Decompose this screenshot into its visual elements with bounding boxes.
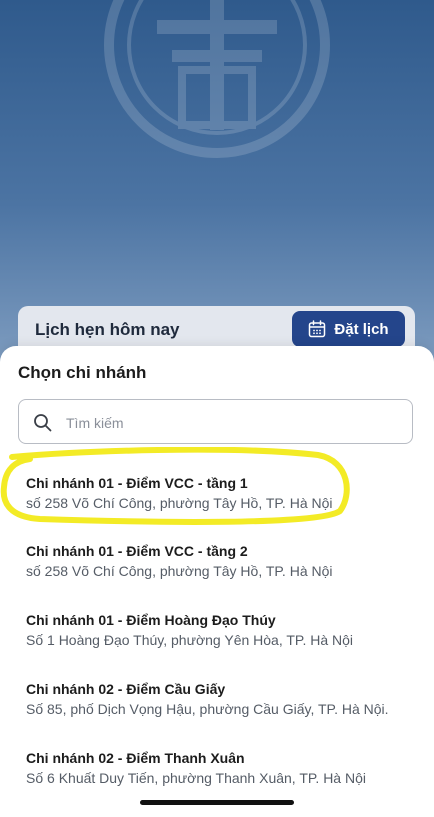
calendar-icon	[309, 320, 326, 338]
sheet-title: Chọn chi nhánh	[18, 363, 147, 382]
today-appointments-title: Lịch hẹn hôm nay	[35, 320, 180, 339]
branch-item[interactable]: Chi nhánh 01 - Điểm VCC - tầng 1 số 258 …	[0, 475, 434, 539]
search-icon	[34, 414, 52, 432]
branch-name: Chi nhánh 02 - Điểm Thanh Xuân	[26, 750, 245, 766]
book-appointment-label: Đặt lịch	[334, 320, 389, 338]
book-appointment-button[interactable]: Đặt lịch	[292, 311, 405, 347]
emblem-icon	[104, 0, 330, 158]
branch-item[interactable]: Chi nhánh 02 - Điểm Cầu Giấy Số 85, phố …	[0, 681, 434, 745]
branch-address: Số 1 Hoàng Đạo Thúy, phường Yên Hòa, TP.…	[26, 632, 354, 648]
branch-item[interactable]: Chi nhánh 01 - Điểm Hoàng Đạo Thúy Số 1 …	[0, 612, 434, 676]
branch-name: Chi nhánh 01 - Điểm VCC - tầng 2	[26, 543, 248, 559]
home-indicator	[140, 800, 294, 805]
branch-address: Số 6 Khuất Duy Tiến, phường Thanh Xuân, …	[26, 770, 366, 786]
branch-item[interactable]: Chi nhánh 01 - Điểm VCC - tầng 2 số 258 …	[0, 543, 434, 607]
branch-address: Số 85, phố Dịch Vọng Hậu, phường Cầu Giấ…	[26, 701, 389, 717]
search-box[interactable]	[18, 399, 413, 444]
search-input[interactable]	[64, 411, 398, 435]
branch-address: số 258 Võ Chí Công, phường Tây Hồ, TP. H…	[26, 495, 333, 511]
branch-name: Chi nhánh 01 - Điểm Hoàng Đạo Thúy	[26, 612, 276, 628]
branch-address: số 258 Võ Chí Công, phường Tây Hồ, TP. H…	[26, 563, 333, 579]
branch-name: Chi nhánh 02 - Điểm Cầu Giấy	[26, 681, 226, 697]
branch-picker-sheet: Chọn chi nhánh Chi nhánh 01 - Điểm VCC -…	[0, 346, 434, 817]
branch-name: Chi nhánh 01 - Điểm VCC - tầng 1	[26, 475, 248, 491]
